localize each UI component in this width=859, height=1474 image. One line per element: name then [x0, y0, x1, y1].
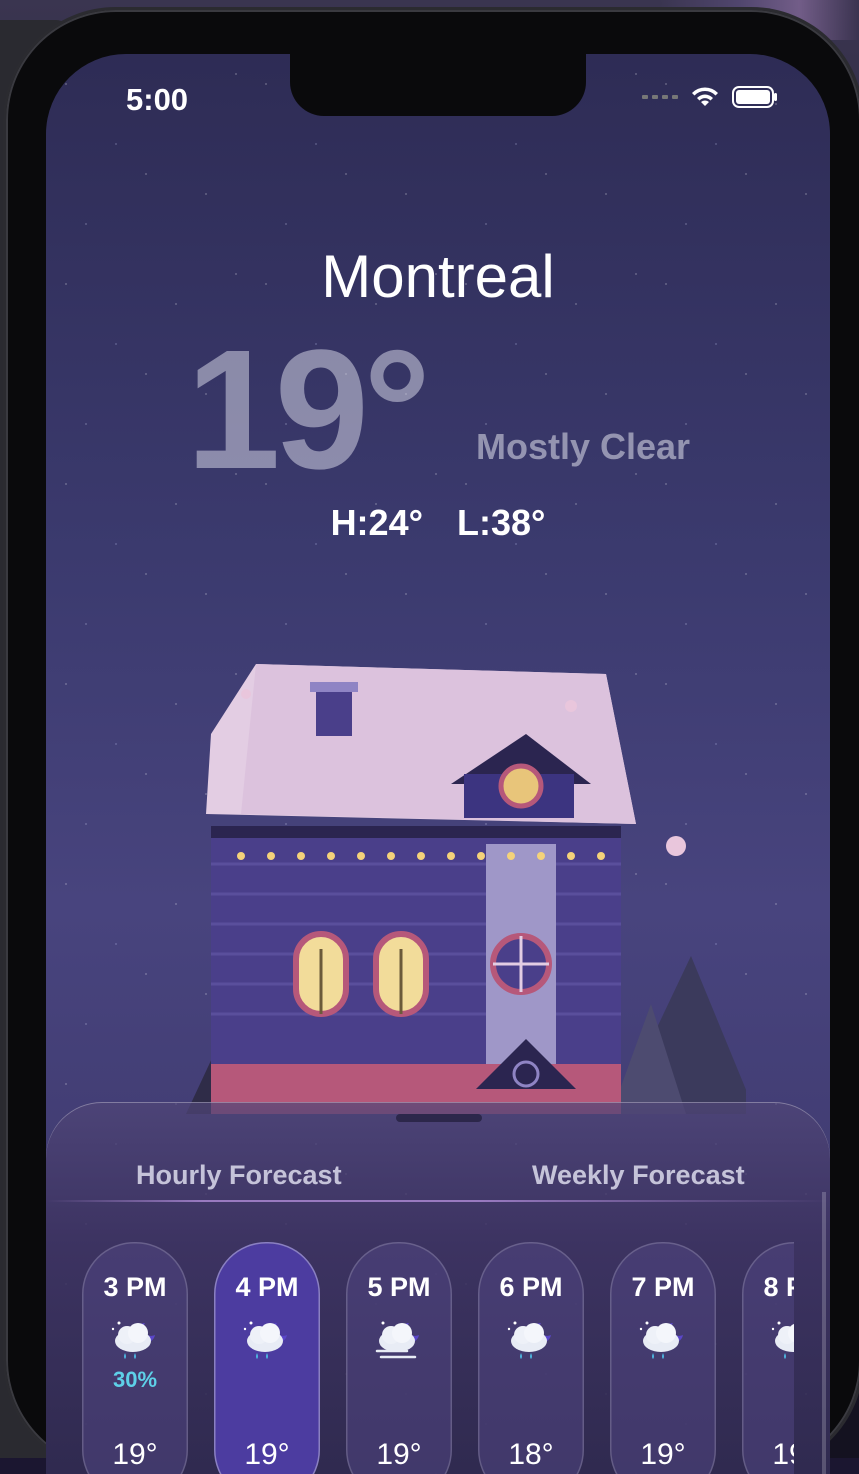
- sheet-drag-handle[interactable]: [396, 1114, 482, 1122]
- wifi-icon: [690, 86, 720, 108]
- hour-label: 5 PM: [367, 1272, 431, 1302]
- current-temperature: 19°: [186, 315, 431, 505]
- precipitation-chance: [742, 1367, 794, 1391]
- hour-label: 4 PM: [235, 1272, 299, 1302]
- phone-screen: 5:00 Montreal 19° Mostly Clear H:24° L:3…: [46, 54, 830, 1474]
- precipitation-chance: [214, 1367, 320, 1391]
- hour-temperature: 19°: [640, 1438, 686, 1471]
- tab-hourly-forecast[interactable]: Hourly Forecast: [136, 1160, 342, 1191]
- high-temperature: H:24°: [330, 502, 423, 543]
- hour-temperature: 19°: [244, 1438, 290, 1471]
- hour-label: 8 PM: [763, 1272, 794, 1302]
- scrollbar[interactable]: [822, 1192, 826, 1474]
- night-rain-cloud-icon: [635, 1317, 691, 1363]
- cellular-signal-icon: [642, 95, 678, 99]
- low-temperature: L:38°: [457, 502, 546, 543]
- battery-icon: [732, 86, 778, 108]
- night-rain-cloud-icon: [503, 1317, 559, 1363]
- precipitation-chance: 30%: [112, 1367, 158, 1392]
- hour-card[interactable]: 7 PM 19°: [610, 1242, 716, 1474]
- phone-frame: 5:00 Montreal 19° Mostly Clear H:24° L:3…: [6, 10, 859, 1474]
- hour-card[interactable]: 6 PM 18°: [478, 1242, 584, 1474]
- status-time: 5:00: [126, 82, 189, 117]
- weather-condition: Mostly Clear: [476, 426, 691, 467]
- hour-temperature: 19°: [376, 1438, 422, 1471]
- notch: [290, 54, 586, 116]
- precipitation-chance: [346, 1367, 452, 1391]
- city-name: Montreal: [321, 243, 555, 310]
- night-rain-cloud-icon: [239, 1317, 295, 1363]
- night-rain-cloud-icon: [767, 1317, 794, 1363]
- tab-weekly-forecast[interactable]: Weekly Forecast: [532, 1160, 745, 1191]
- hour-card[interactable]: 3 PM 30% 19°: [82, 1242, 188, 1474]
- hour-temperature: 18°: [508, 1438, 554, 1471]
- hour-temperature: 19°: [772, 1438, 794, 1471]
- hour-label: 7 PM: [631, 1272, 695, 1302]
- hour-temperature: 19°: [112, 1438, 158, 1471]
- hour-label: 6 PM: [499, 1272, 563, 1302]
- hour-card-selected[interactable]: 4 PM 19°: [214, 1242, 320, 1474]
- hourly-forecast-list[interactable]: 3 PM 30% 19° 4 PM 19° 5 PM 19° 6 PM 18° …: [82, 1242, 794, 1474]
- night-rain-cloud-icon: [107, 1317, 163, 1363]
- house-illustration: [146, 634, 756, 1134]
- tab-divider: [46, 1200, 830, 1202]
- forecast-sheet[interactable]: Hourly Forecast Weekly Forecast 3 PM 30%…: [46, 1102, 830, 1474]
- hour-card[interactable]: 8 PM 19°: [742, 1242, 794, 1474]
- precipitation-chance: [610, 1367, 716, 1391]
- high-low: H:24° L:38°: [46, 502, 830, 544]
- night-wind-cloud-icon: [371, 1317, 427, 1363]
- status-icons: [642, 86, 778, 108]
- hour-label: 3 PM: [103, 1272, 167, 1302]
- hour-card[interactable]: 5 PM 19°: [346, 1242, 452, 1474]
- precipitation-chance: [478, 1367, 584, 1391]
